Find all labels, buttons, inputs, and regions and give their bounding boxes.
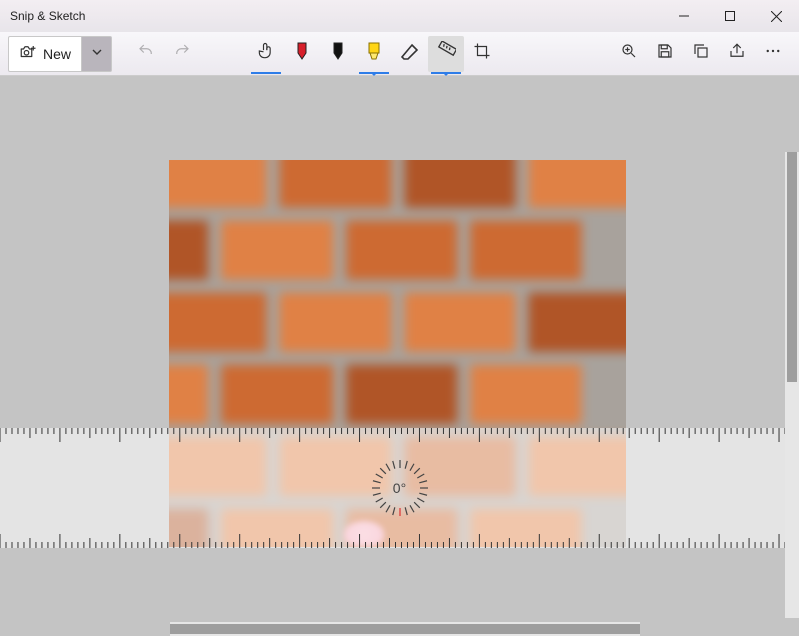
save-button[interactable] <box>647 36 683 72</box>
toolbar: New <box>0 32 799 76</box>
more-icon <box>764 42 782 65</box>
copy-button[interactable] <box>683 36 719 72</box>
zoom-icon <box>620 42 638 65</box>
horizontal-scrollbar[interactable] <box>170 622 640 636</box>
crop-icon <box>473 42 491 65</box>
pencil-icon <box>330 41 346 66</box>
chevron-down-icon <box>91 45 103 63</box>
ruler-button[interactable] <box>428 36 464 72</box>
share-button[interactable] <box>719 36 755 72</box>
close-button[interactable] <box>753 0 799 32</box>
zoom-button[interactable] <box>611 36 647 72</box>
new-snip-dropdown[interactable] <box>82 36 112 72</box>
ruler-ticks-top <box>0 428 799 444</box>
app-title: Snip & Sketch <box>10 9 85 23</box>
camera-plus-icon <box>19 43 37 64</box>
eraser-button[interactable] <box>392 36 428 72</box>
new-snip-button[interactable]: New <box>8 36 82 72</box>
ruler-body[interactable]: 0° <box>0 428 799 548</box>
minimize-button[interactable] <box>661 0 707 32</box>
highlighter-icon <box>365 41 383 66</box>
touch-writing-button[interactable] <box>248 36 284 72</box>
share-icon <box>728 42 746 65</box>
maximize-button[interactable] <box>707 0 753 32</box>
app-window: Snip & Sketch New <box>0 0 799 636</box>
undo-icon <box>137 42 155 65</box>
redo-button[interactable] <box>164 36 200 72</box>
undo-button[interactable] <box>128 36 164 72</box>
crop-button[interactable] <box>464 36 500 72</box>
ruler-angle-dial[interactable]: 0° <box>370 458 430 518</box>
copy-icon <box>692 42 710 65</box>
ruler-ticks-bottom <box>0 532 799 548</box>
more-button[interactable] <box>755 36 791 72</box>
ballpoint-pen-button[interactable] <box>284 36 320 72</box>
save-icon <box>656 42 674 65</box>
redo-icon <box>173 42 191 65</box>
ruler-overlay[interactable]: 0° <box>0 428 799 548</box>
ruler-icon <box>436 41 456 66</box>
ballpoint-pen-icon <box>294 41 310 66</box>
canvas-area[interactable]: 0° <box>0 76 799 636</box>
eraser-icon <box>400 42 420 65</box>
new-button-label: New <box>43 46 71 62</box>
vertical-scrollbar[interactable] <box>785 152 799 618</box>
ruler-angle-label: 0° <box>393 480 406 496</box>
titlebar: Snip & Sketch <box>0 0 799 32</box>
touch-writing-icon <box>256 41 276 66</box>
highlighter-button[interactable] <box>356 36 392 72</box>
pencil-button[interactable] <box>320 36 356 72</box>
horizontal-scrollbar-thumb[interactable] <box>170 624 640 634</box>
vertical-scrollbar-thumb[interactable] <box>787 152 797 382</box>
